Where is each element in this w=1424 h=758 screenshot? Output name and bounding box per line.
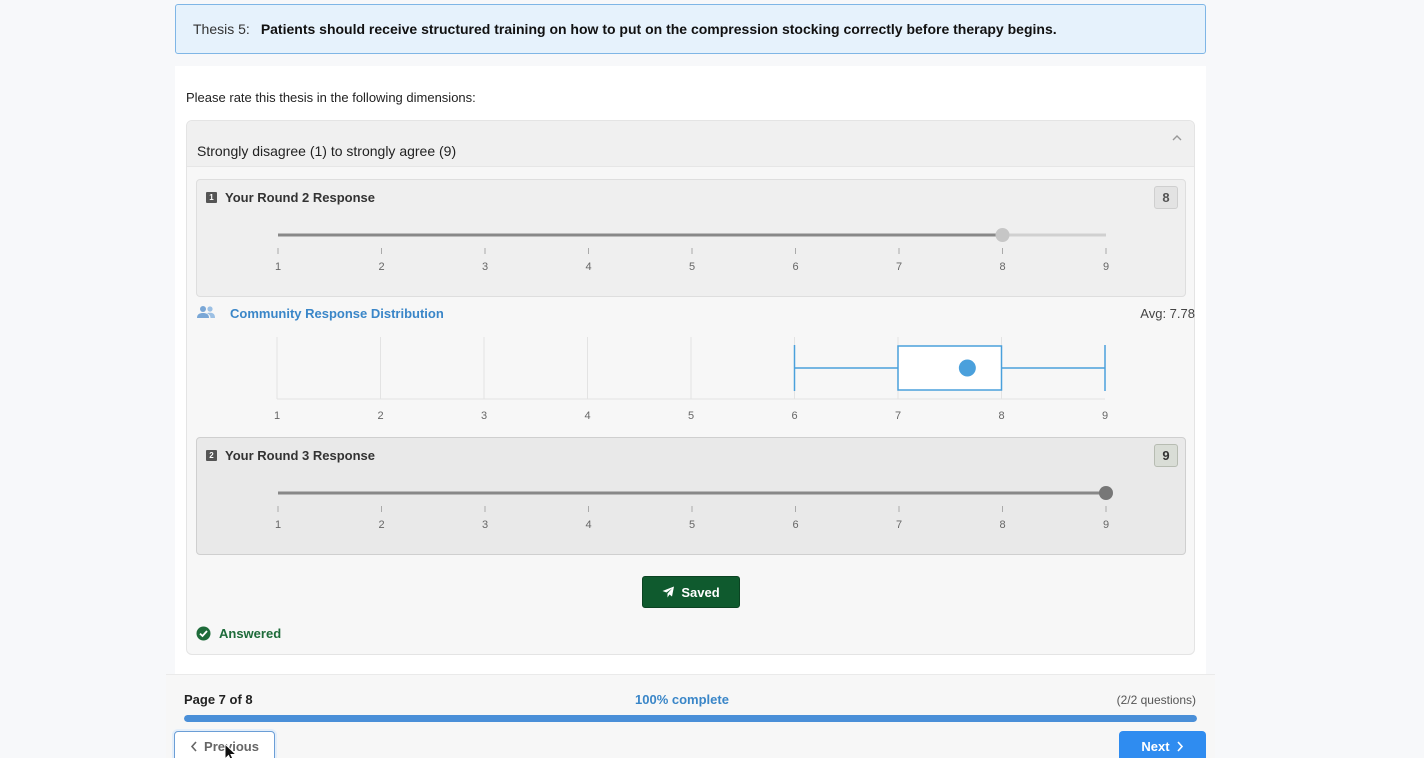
round2-tick-label: 3 xyxy=(482,261,488,273)
round2-tick-label: 4 xyxy=(585,261,591,273)
answered-status: Answered xyxy=(196,626,281,641)
round2-tick-label: 8 xyxy=(999,261,1005,273)
round3-value: 9 xyxy=(1154,444,1178,467)
saved-button[interactable]: Saved xyxy=(642,576,740,608)
progress-bar xyxy=(184,715,1197,722)
round2-tick-label: 9 xyxy=(1103,261,1109,273)
round3-tick-label: 5 xyxy=(689,519,695,531)
round3-tick-label: 2 xyxy=(378,519,384,531)
rating-card: Please rate this thesis in the following… xyxy=(175,66,1206,676)
boxplot-median-dot xyxy=(958,359,976,377)
round2-slider: 1 2 3 4 5 6 7 8 9 xyxy=(275,228,1109,273)
saved-button-label: Saved xyxy=(681,584,720,600)
next-button-label: Next xyxy=(1141,739,1170,754)
community-title: Community Response Distribution xyxy=(230,306,444,321)
chevron-up-icon[interactable] xyxy=(1170,131,1184,145)
next-button[interactable]: Next xyxy=(1119,731,1206,758)
round3-response: 2 Your Round 3 Response 9 1 2 3 4 5 6 7 8 9 xyxy=(196,437,1186,555)
chevron-left-icon xyxy=(190,741,197,752)
dimension-panel: Strongly disagree (1) to strongly agree … xyxy=(186,120,1195,655)
answered-label: Answered xyxy=(219,626,282,641)
round3-title: Your Round 3 Response xyxy=(225,448,375,463)
community-boxplot: 1 2 3 4 5 6 7 8 9 xyxy=(274,337,1108,422)
rating-prompt: Please rate this thesis in the following… xyxy=(186,90,476,105)
footer: Page 7 of 8 100% complete (2/2 questions… xyxy=(166,674,1215,758)
round3-slider-thumb xyxy=(1099,486,1113,500)
round3-slider[interactable]: 1 2 3 4 5 6 7 8 9 xyxy=(197,478,1187,538)
round3-badge: 2 xyxy=(206,450,217,461)
round2-badge: 1 xyxy=(206,192,217,203)
round3-tick-label: 7 xyxy=(896,519,902,531)
thesis-banner: Thesis 5: Patients should receive struct… xyxy=(175,4,1206,54)
dimension-header[interactable]: Strongly disagree (1) to strongly agree … xyxy=(187,121,1194,167)
progress-fill xyxy=(184,715,1197,722)
round2-tick-label: 5 xyxy=(689,261,695,273)
community-tick-label: 8 xyxy=(998,410,1004,422)
round2-value: 8 xyxy=(1154,186,1178,209)
page-indicator: Page 7 of 8 xyxy=(184,692,253,707)
round2-slider-thumb xyxy=(995,228,1010,242)
round2-title: Your Round 2 Response xyxy=(225,190,375,205)
round3-tick-label: 6 xyxy=(792,519,798,531)
round2-tick-label: 1 xyxy=(275,261,281,273)
round2-tick-label: 7 xyxy=(896,261,902,273)
users-icon xyxy=(197,306,215,318)
community-tick-label: 2 xyxy=(377,410,383,422)
round3-tick-label: 3 xyxy=(482,519,488,531)
community-tick-label: 3 xyxy=(481,410,487,422)
community-distribution: Community Response Distribution Avg: 7.7… xyxy=(196,299,1195,439)
community-tick-label: 1 xyxy=(274,410,280,422)
dimension-title: Strongly disagree (1) to strongly agree … xyxy=(197,143,457,159)
round3-tick-label: 9 xyxy=(1103,519,1109,531)
round2-response: 1 Your Round 2 Response 8 1 2 3 4 5 6 7 8 9 xyxy=(196,179,1186,297)
thesis-text: Patients should receive structured train… xyxy=(260,21,1057,37)
round3-tick-label: 4 xyxy=(585,519,591,531)
send-icon xyxy=(662,586,675,598)
community-tick-label: 4 xyxy=(584,410,590,422)
round3-tick-label: 1 xyxy=(275,519,281,531)
boxplot-box xyxy=(897,345,1003,391)
community-average: Avg: 7.78 xyxy=(1140,306,1195,321)
community-tick-label: 5 xyxy=(688,410,694,422)
community-tick-label: 7 xyxy=(895,410,901,422)
community-tick-label: 9 xyxy=(1102,410,1108,422)
questions-count: (2/2 questions) xyxy=(1116,693,1196,707)
check-circle-icon xyxy=(196,626,211,641)
round3-tick-label: 8 xyxy=(999,519,1005,531)
chevron-right-icon xyxy=(1176,741,1183,752)
round2-tick-label: 2 xyxy=(378,261,384,273)
thesis-number: Thesis 5: xyxy=(193,21,250,37)
community-tick-label: 6 xyxy=(791,410,797,422)
round2-tick-label: 6 xyxy=(792,261,798,273)
mouse-cursor-icon xyxy=(224,743,238,758)
percent-complete: 100% complete xyxy=(635,692,729,707)
